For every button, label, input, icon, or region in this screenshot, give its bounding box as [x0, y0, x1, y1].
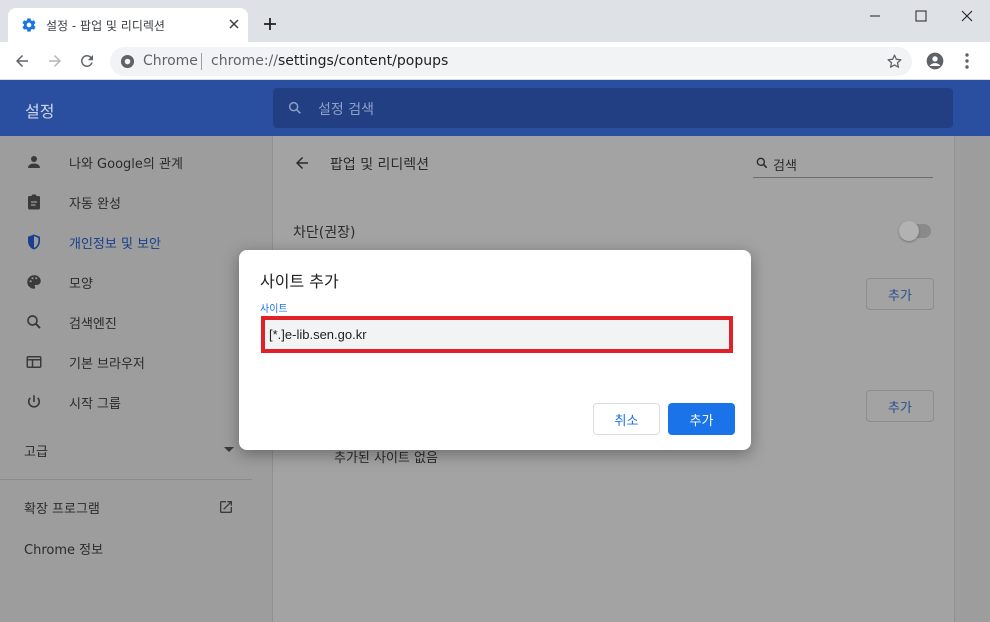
minimize-button[interactable] — [852, 0, 898, 32]
block-toggle[interactable] — [899, 221, 931, 241]
account-icon — [926, 52, 944, 70]
sidebar-item-you-and-google[interactable]: 나와 Google의 관계 — [24, 150, 183, 174]
sidebar-item-default-browser[interactable]: 기본 브라우저 — [24, 350, 145, 374]
sidebar-item-privacy[interactable]: 개인정보 및 보안 — [24, 230, 161, 254]
settings-gear-icon — [22, 18, 36, 32]
menu-button[interactable] — [957, 51, 977, 71]
arrow-forward-icon — [49, 55, 61, 67]
dialog-title: 사이트 추가 — [260, 272, 339, 291]
page-title: 팝업 및 리디렉션 — [330, 157, 430, 173]
sidebar-item-search-engine[interactable]: 검색엔진 — [24, 310, 117, 334]
sidebar-about-chrome[interactable]: Chrome 정보 — [24, 536, 103, 560]
omnibox-separator — [201, 53, 202, 70]
sidebar-advanced[interactable]: 고급 — [24, 438, 234, 462]
close-tab-icon[interactable] — [226, 16, 242, 32]
site-field-label: 사이트 — [260, 304, 288, 315]
sidebar-item-label: 시작 그룹 — [69, 396, 121, 412]
site-input-highlight — [261, 316, 733, 353]
search-icon — [288, 101, 301, 114]
close-window-icon — [961, 10, 973, 22]
add-button[interactable]: 추가 — [668, 403, 735, 435]
bookmark-star-icon[interactable] — [886, 53, 903, 70]
sidebar-item-label: 개인정보 및 보안 — [69, 236, 161, 252]
open-in-new-icon — [220, 501, 232, 513]
sidebar-divider — [0, 479, 252, 480]
maximize-button[interactable] — [898, 0, 944, 32]
settings-search-input[interactable]: 설정 검색 — [273, 88, 953, 128]
arrow-back-icon[interactable] — [293, 154, 311, 172]
sidebar-item-label: 검색엔진 — [69, 316, 117, 332]
url-scheme: chrome:// — [211, 53, 278, 69]
browser-tab[interactable]: 설정 - 팝업 및 리디렉션 — [8, 8, 248, 42]
omnibox-chip: Chrome — [143, 53, 198, 69]
sidebar-extensions-label: 확장 프로그램 — [24, 501, 100, 517]
url-path: settings/content/popups — [278, 53, 449, 69]
block-setting-label: 차단(권장) — [293, 225, 356, 241]
url-text[interactable]: chrome://settings/content/popups — [211, 53, 448, 69]
sidebar-extensions[interactable]: 확장 프로그램 — [24, 495, 234, 519]
title-bar: 설정 - 팝업 및 리디렉션 — [0, 0, 990, 42]
chrome-logo-icon — [120, 54, 135, 69]
person-icon — [28, 156, 40, 168]
close-window-button[interactable] — [944, 0, 990, 32]
settings-title: 설정 — [25, 102, 55, 121]
settings-header: 설정 설정 검색 — [0, 80, 990, 136]
clipboard-icon — [28, 194, 40, 210]
add-site-dialog: 사이트 추가 사이트 취소 추가 — [239, 250, 751, 450]
browser-toolbar: Chrome chrome://settings/content/popups — [0, 42, 990, 80]
sidebar-item-autofill[interactable]: 자동 완성 — [24, 190, 121, 214]
add-block-site-button[interactable]: 추가 — [866, 278, 934, 310]
sidebar-item-label: 모양 — [69, 276, 93, 292]
forward-button[interactable] — [45, 51, 65, 71]
sidebar-item-label: 나와 Google의 관계 — [69, 156, 183, 172]
arrow-back-icon — [16, 55, 28, 67]
shield-icon — [28, 234, 40, 250]
cancel-button[interactable]: 취소 — [593, 403, 660, 435]
new-tab-icon[interactable] — [262, 16, 278, 32]
site-input[interactable] — [265, 320, 729, 349]
sidebar-item-appearance[interactable]: 모양 — [24, 270, 93, 294]
sidebar-about-label: Chrome 정보 — [24, 542, 104, 558]
reload-button[interactable] — [77, 51, 97, 71]
toggle-knob — [899, 221, 919, 241]
browser-icon — [26, 356, 42, 368]
search-icon — [27, 315, 41, 329]
reload-icon — [80, 54, 93, 67]
dropdown-arrow-icon — [224, 447, 234, 452]
maximize-icon — [915, 10, 927, 22]
sidebar-item-label: 기본 브라우저 — [69, 356, 145, 372]
more-vert-icon — [965, 53, 969, 69]
palette-icon — [27, 275, 41, 289]
sidebar-advanced-label: 고급 — [24, 444, 48, 460]
minimize-icon — [870, 15, 880, 17]
back-button[interactable] — [12, 51, 32, 71]
site-search-input[interactable]: 검색 — [753, 154, 933, 178]
add-allow-site-button[interactable]: 추가 — [866, 390, 934, 422]
address-bar[interactable]: Chrome chrome://settings/content/popups — [110, 47, 912, 76]
sidebar-item-label: 자동 완성 — [69, 196, 121, 212]
search-icon — [756, 157, 768, 169]
profile-button[interactable] — [924, 50, 946, 72]
tab-title: 설정 - 팝업 및 리디렉션 — [46, 19, 165, 33]
power-icon — [27, 395, 41, 408]
sidebar-item-on-startup[interactable]: 시작 그룹 — [24, 390, 121, 414]
site-search-placeholder: 검색 — [773, 159, 797, 174]
settings-search-placeholder: 설정 검색 — [318, 102, 374, 118]
